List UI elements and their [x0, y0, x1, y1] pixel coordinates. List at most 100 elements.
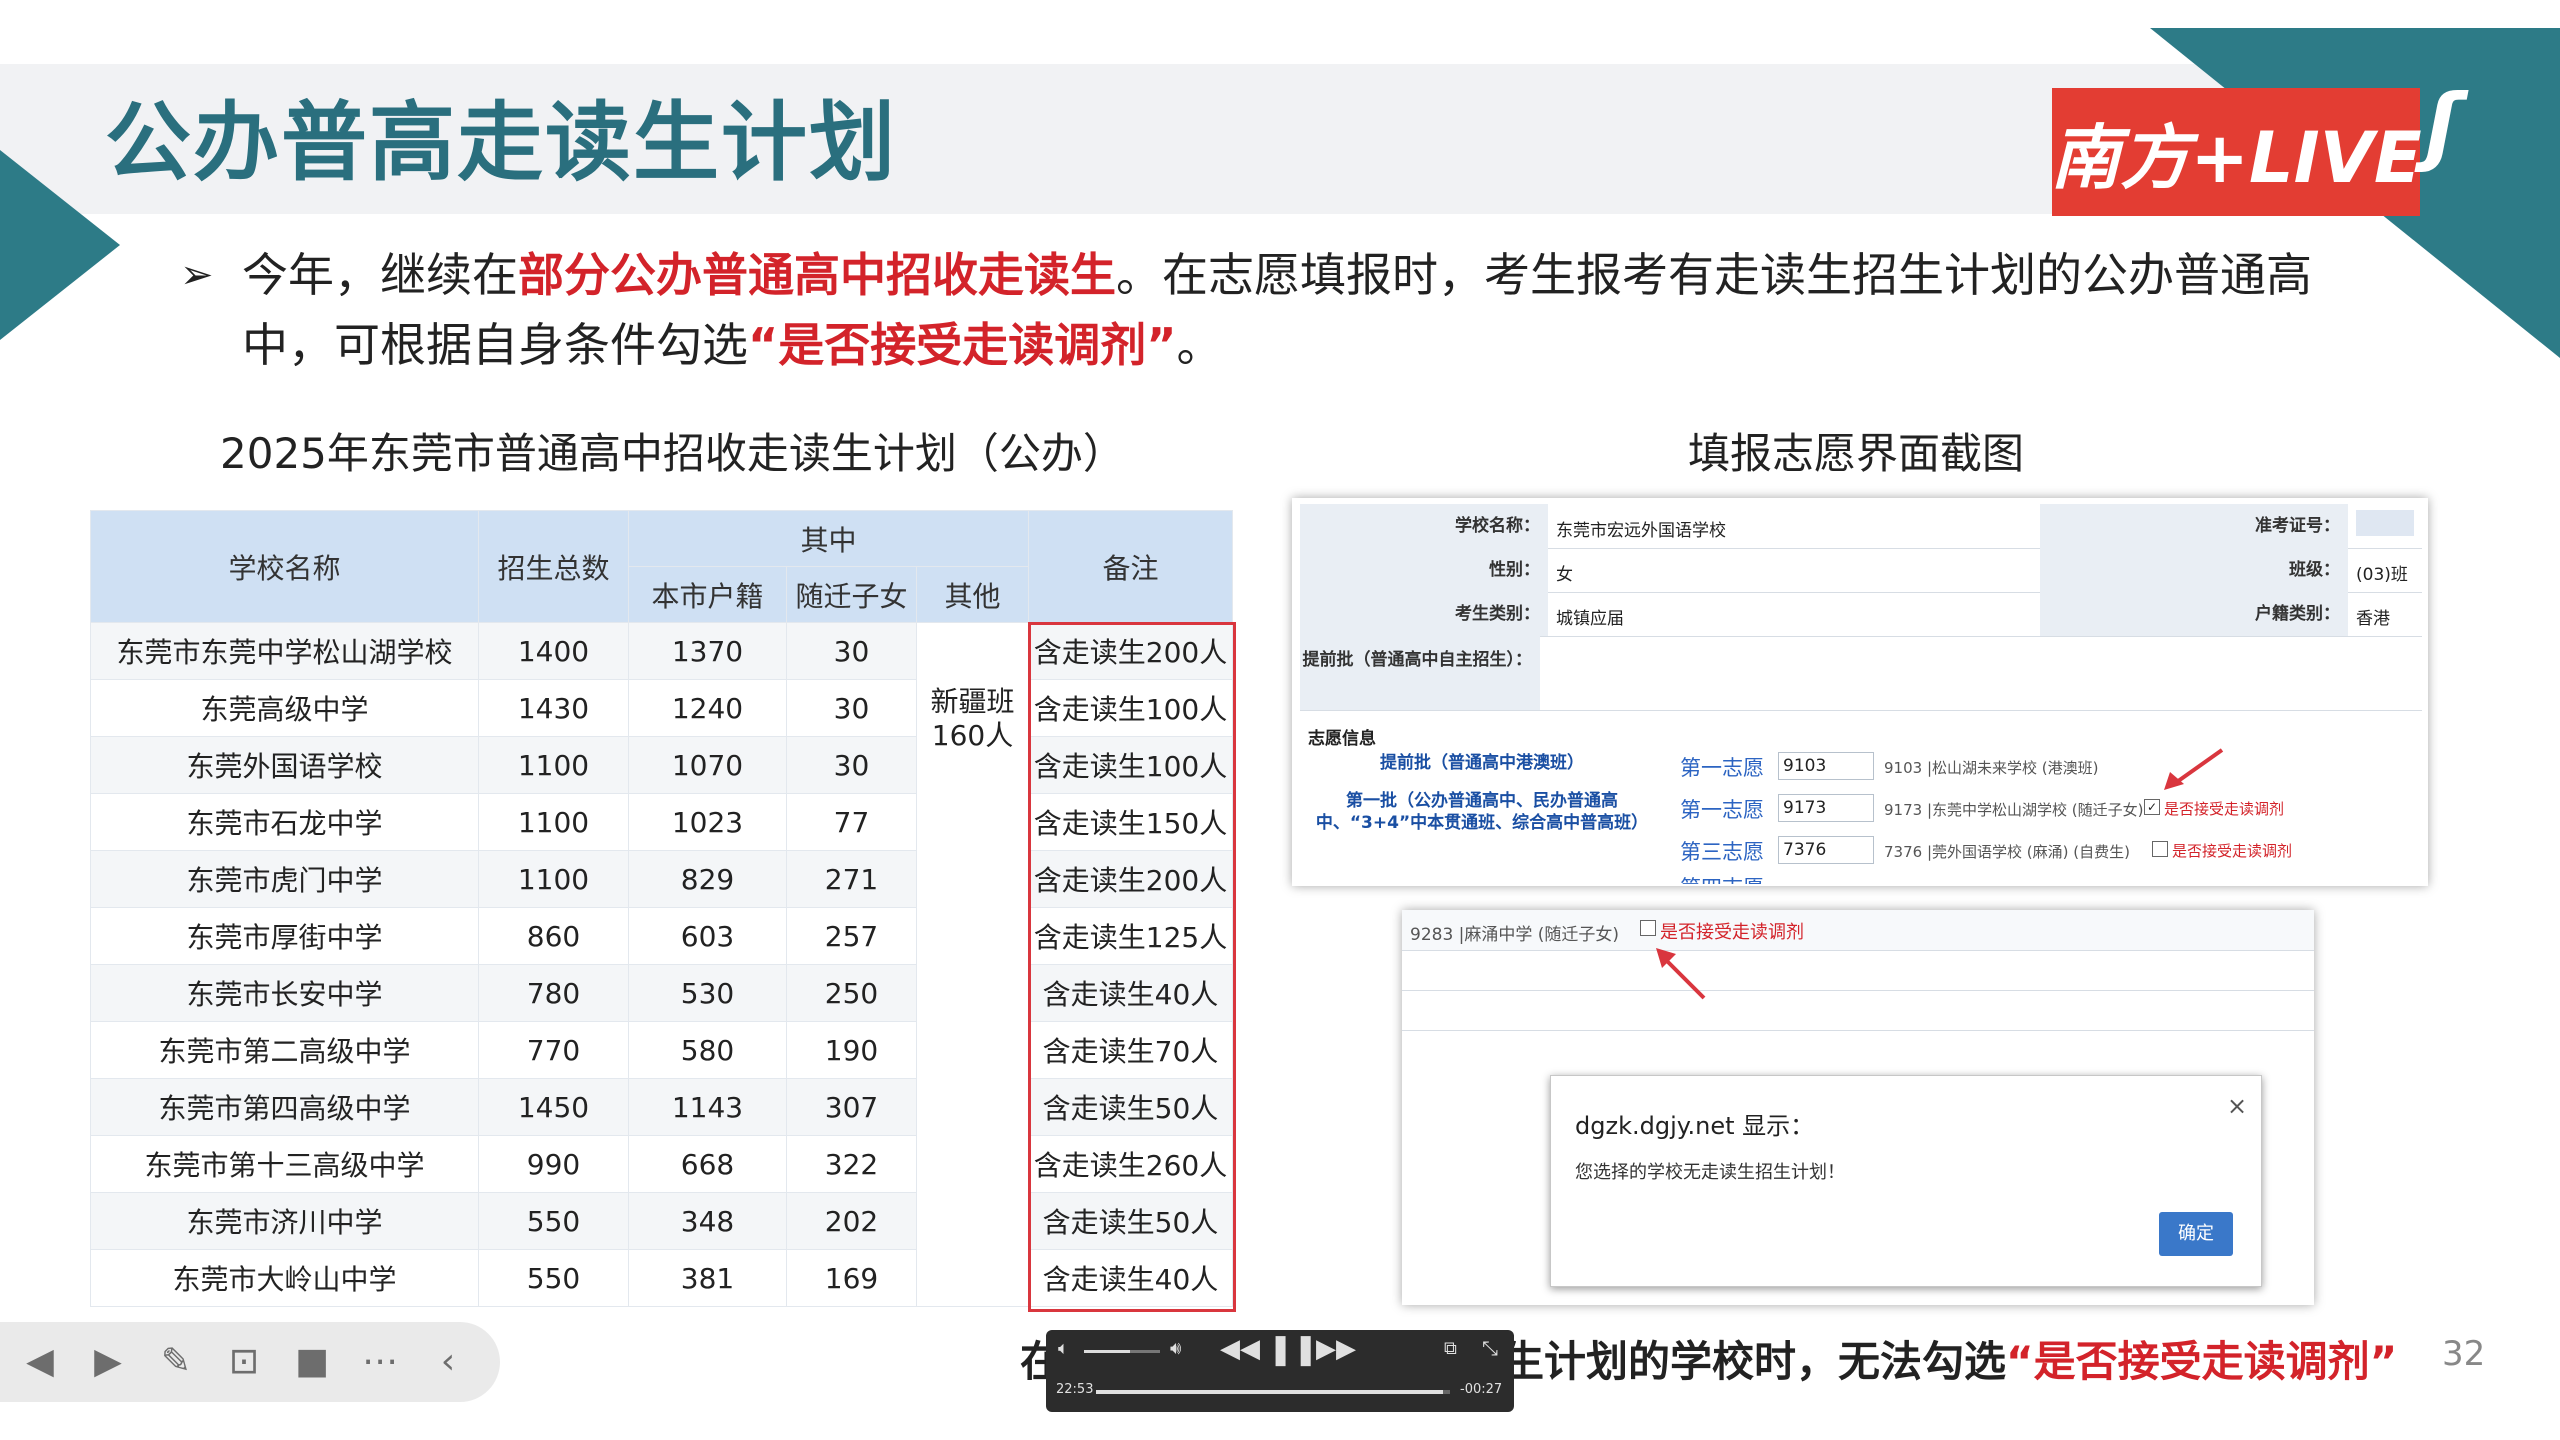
table-heading: 2025年东莞市普通高中招收走读生计划（公办） [220, 429, 1125, 478]
cell-migrant: 169 [786, 1249, 917, 1307]
cell-local: 348 [628, 1192, 787, 1250]
volunteer-code-1[interactable]: 9103 [1778, 752, 1874, 780]
cell-total: 1100 [478, 793, 629, 851]
volunteer-school-1: 9103 |松山湖未来学校 (港澳班) [1884, 759, 2099, 777]
type-value: 城镇应届 [1556, 609, 1624, 629]
cell-school: 东莞市大岭山中学 [90, 1249, 479, 1307]
header-local: 本市户籍 [628, 566, 787, 623]
volume-fill [1084, 1350, 1130, 1353]
cell-school: 东莞市虎门中学 [90, 850, 479, 908]
cell-total: 780 [478, 964, 629, 1022]
red-arrow-icon [2164, 748, 2224, 790]
forward-icon[interactable]: ▶▶ [1316, 1334, 1356, 1364]
pen-icon[interactable]: ✎ [150, 1336, 202, 1388]
screenshot-icon[interactable]: ⊡ [218, 1336, 270, 1388]
cell-local: 668 [628, 1135, 787, 1193]
cell-migrant: 77 [786, 793, 917, 851]
slide-title: 公办普高走读生计划 [105, 93, 897, 193]
cell-school: 东莞市东莞中学松山湖学校 [90, 622, 479, 680]
exam-no-label: 准考证号： [2040, 504, 2348, 548]
pause-icon[interactable]: ❚❚ [1268, 1332, 1318, 1367]
cell-local: 530 [628, 964, 787, 1022]
cell-school: 东莞市第二高级中学 [90, 1021, 479, 1079]
volume-max-icon[interactable]: 🔊︎ [1170, 1338, 1181, 1359]
type-label: 考生类别： [1300, 592, 1548, 636]
volunteer-rank-4: 第四志愿 [1680, 872, 1764, 884]
hukou-value: 香港 [2356, 609, 2390, 629]
bullet-highlight-2: “是否接受走读调剂” [748, 318, 1177, 372]
prev-icon[interactable]: ◀ [14, 1336, 66, 1388]
cell-school: 东莞高级中学 [90, 679, 479, 737]
cell-migrant: 307 [786, 1078, 917, 1136]
volunteer-school-2: 9173 |东莞中学松山湖学校 (随迁子女) [1884, 801, 2144, 819]
cell-total: 990 [478, 1135, 629, 1193]
bullet-text-3: 。 [1176, 318, 1223, 372]
cell-school: 东莞市济川中学 [90, 1192, 479, 1250]
cell-school: 东莞市第四高级中学 [90, 1078, 479, 1136]
time-remaining: -00:27 [1460, 1382, 1503, 1397]
cell-local: 1070 [628, 736, 787, 794]
exam-no-value [2356, 510, 2414, 536]
early-label: 提前批（普通高中自主招生）： [1300, 636, 1540, 710]
cell-local: 1240 [628, 679, 787, 737]
cell-other-merged: 新疆班160人 [916, 622, 1029, 1307]
volunteer-rank-1: 第一志愿 [1680, 756, 1764, 780]
volunteer-code-2[interactable]: 9173 [1778, 794, 1874, 822]
adjust-checkbox-3[interactable] [2152, 841, 2168, 857]
presentation-toolbar: ◀ ▶ ✎ ⊡ ■ ⋯ ‹ [0, 1322, 500, 1402]
cell-migrant: 271 [786, 850, 917, 908]
exit-fullscreen-icon[interactable]: ⤡ [1482, 1336, 1498, 1360]
cell-local: 1143 [628, 1078, 787, 1136]
dialog-ok-button[interactable]: 确定 [2159, 1212, 2233, 1256]
cell-migrant: 202 [786, 1192, 917, 1250]
cell-total: 1450 [478, 1078, 629, 1136]
cell-total: 550 [478, 1249, 629, 1307]
header-school: 学校名称 [90, 510, 479, 623]
volunteer-rank-2: 第一志愿 [1680, 798, 1764, 822]
gender-label: 性别： [1300, 548, 1548, 592]
cell-school: 东莞市第十三高级中学 [90, 1135, 479, 1193]
bullet-highlight-1: 部分公办普通高中招收走读生 [518, 248, 1116, 302]
bullet-arrow-icon: ➢ [180, 252, 214, 298]
red-arrow-2-icon [1656, 948, 1706, 1000]
pip-icon[interactable]: ⧉ [1444, 1338, 1457, 1359]
page-number: 32 [2442, 1334, 2486, 1374]
screenshot-heading: 填报志愿界面截图 [1688, 429, 2025, 478]
cell-migrant: 30 [786, 736, 917, 794]
header-other: 其他 [916, 566, 1029, 623]
hukou-label: 户籍类别： [2040, 592, 2348, 636]
volunteer-code-3[interactable]: 7376 [1778, 836, 1874, 864]
cell-total: 1100 [478, 736, 629, 794]
cell-school: 东莞外国语学校 [90, 736, 479, 794]
volume-track[interactable] [1084, 1350, 1160, 1353]
play-icon[interactable]: ▶ [82, 1336, 134, 1388]
cell-migrant: 250 [786, 964, 917, 1022]
progress-track[interactable] [1096, 1390, 1450, 1394]
time-elapsed: 22:53 [1056, 1382, 1094, 1397]
cell-total: 1400 [478, 622, 629, 680]
rewind-icon[interactable]: ◀◀ [1220, 1334, 1260, 1364]
category-early: 提前批（普通高中港澳班） [1380, 753, 1584, 773]
school-value: 东莞市宏远外国语学校 [1556, 521, 1726, 541]
form-row-gender: 性别： 女 班级： (03)班 [1300, 548, 2422, 593]
more-icon[interactable]: ⋯ [354, 1336, 406, 1388]
progress-fill [1096, 1390, 1443, 1394]
header-total: 招生总数 [478, 510, 629, 623]
cell-local: 381 [628, 1249, 787, 1307]
cell-migrant: 322 [786, 1135, 917, 1193]
form2-divider-1 [1402, 990, 2314, 991]
header-of-which: 其中 [628, 510, 1029, 567]
adjust-checkbox-2[interactable]: ✓ [2144, 799, 2160, 815]
live-badge: 南方+LIVE [2050, 88, 2422, 216]
cell-school: 东莞市石龙中学 [90, 793, 479, 851]
footer-highlight: “是否接受走读调剂” [2006, 1337, 2398, 1386]
dialog-title: dgzk.dgjy.net 显示： [1575, 1112, 1815, 1140]
alert-dialog: dgzk.dgjy.net 显示： 您选择的学校无走读生招生计划！ × 确定 [1550, 1075, 2262, 1287]
camera-icon[interactable]: ■ [286, 1336, 338, 1388]
cell-total: 1430 [478, 679, 629, 737]
volume-icon[interactable]: 🔈︎ [1058, 1338, 1069, 1359]
form2-adjust-checkbox[interactable] [1640, 920, 1656, 936]
cell-school: 东莞市厚街中学 [90, 907, 479, 965]
collapse-icon[interactable]: ‹ [422, 1336, 474, 1388]
dialog-close-icon[interactable]: × [2227, 1092, 2247, 1120]
